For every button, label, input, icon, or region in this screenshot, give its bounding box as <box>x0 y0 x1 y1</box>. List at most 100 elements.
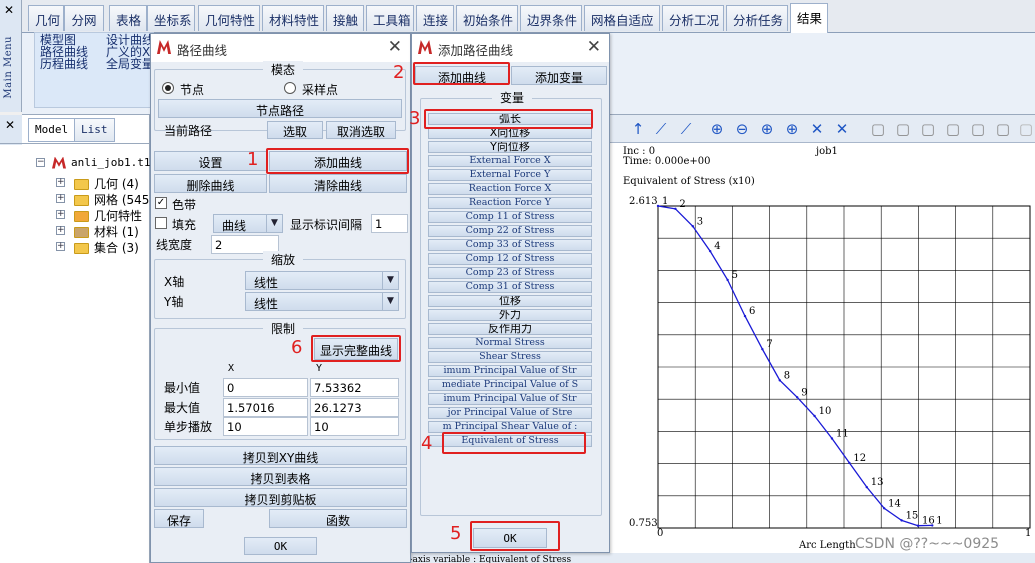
variable-item[interactable]: Equivalent of Stress <box>428 435 592 447</box>
tab-material-properties[interactable]: 材料特性 <box>262 5 324 31</box>
cube-front-icon[interactable]: ▢ <box>893 118 913 140</box>
mode-node-radio[interactable] <box>162 82 174 94</box>
close-icon[interactable]: ✕ <box>587 37 601 57</box>
add-curve-ok-button[interactable]: OK <box>473 528 547 548</box>
tree-item-sets[interactable]: 集合 (3) <box>74 239 139 255</box>
rotate-x-icon[interactable]: ⊖ <box>732 118 752 140</box>
tab-table[interactable]: 表格 <box>109 5 147 31</box>
x-axis-scale-select[interactable]: 线性 ▼ <box>245 271 399 290</box>
variable-item[interactable]: Reaction Force Y <box>428 197 592 209</box>
cube-view-icon[interactable]: ▢ <box>868 118 888 140</box>
tree-expand-icon[interactable]: + <box>56 210 65 219</box>
path-curve-titlebar[interactable]: 路径曲线 ✕ <box>151 34 410 62</box>
ribbon-history-curve[interactable]: 历程曲线 <box>40 58 88 71</box>
select-button[interactable]: 选取 <box>267 121 323 139</box>
add-path-curve-titlebar[interactable]: 添加路径曲线 ✕ <box>412 34 609 62</box>
variable-item[interactable]: Comp 31 of Stress <box>428 281 592 293</box>
left-panel-close-icon[interactable]: ✕ <box>0 115 22 145</box>
variable-item[interactable]: imum Principal Value of Str <box>428 365 592 377</box>
variable-item[interactable]: 弧长 <box>428 113 592 125</box>
copy-to-xy-button[interactable]: 拷贝到XY曲线 <box>154 446 407 465</box>
step-y-input[interactable]: 10 <box>310 417 399 436</box>
tab-geometric-properties[interactable]: 几何特性 <box>198 5 260 31</box>
step-x-input[interactable]: 10 <box>223 417 308 436</box>
tab-toolbox[interactable]: 工具箱 <box>366 5 414 31</box>
add-curve-button[interactable]: 添加曲线 <box>269 151 407 171</box>
marker-interval-input[interactable]: 1 <box>371 214 408 233</box>
plot-area[interactable]: Inc : 0 Time: 0.000e+00 job1 Equivalent … <box>610 143 1035 553</box>
tab-boundary-conditions[interactable]: 边界条件 <box>520 5 582 31</box>
node-path-button[interactable]: 节点路径 <box>158 99 402 118</box>
variable-item[interactable]: Comp 12 of Stress <box>428 253 592 265</box>
rotate-z-icon[interactable]: ⊕ <box>782 118 802 140</box>
max-y-input[interactable]: 26.1273 <box>310 398 399 417</box>
variable-item[interactable]: Y向位移 <box>428 141 592 153</box>
tree-expand-icon[interactable]: + <box>56 226 65 235</box>
rotate-icon[interactable]: ⊕ <box>707 118 727 140</box>
main-menu-close-icon[interactable]: ✕ <box>4 3 14 17</box>
variable-item[interactable]: Reaction Force X <box>428 183 592 195</box>
min-x-input[interactable]: 0 <box>223 378 308 397</box>
variable-item[interactable]: imum Principal Value of Str <box>428 393 592 405</box>
max-x-input[interactable]: 1.57016 <box>223 398 308 417</box>
tree-root[interactable]: anli_job1.t16 <box>52 155 157 171</box>
cube-iso2-icon[interactable]: ▢ <box>993 118 1013 140</box>
variable-item[interactable]: mediate Principal Value of S <box>428 379 592 391</box>
tab-loadcases[interactable]: 分析工况 <box>662 5 724 31</box>
variable-item[interactable]: External Force X <box>428 155 592 167</box>
variable-item[interactable]: 反作用力 <box>428 323 592 335</box>
mode-sample-radio[interactable] <box>284 82 296 94</box>
variable-item[interactable]: X向位移 <box>428 127 592 139</box>
colorband-checkbox[interactable]: ✓ <box>155 197 167 209</box>
tab-coordinate-system[interactable]: 坐标系 <box>147 5 195 31</box>
min-y-input[interactable]: 7.53362 <box>310 378 399 397</box>
y-axis-scale-select[interactable]: 线性 ▼ <box>245 292 399 311</box>
variable-item[interactable]: Comp 23 of Stress <box>428 267 592 279</box>
tab-contact[interactable]: 接触 <box>326 5 364 31</box>
variable-item[interactable]: Comp 11 of Stress <box>428 211 592 223</box>
tree-item-mesh[interactable]: 网格 (545 <box>74 191 149 207</box>
function-button[interactable]: 函数 <box>269 509 407 528</box>
variable-item[interactable]: Shear Stress <box>428 351 592 363</box>
variable-item[interactable]: 位移 <box>428 295 592 307</box>
tree-item-geometry[interactable]: 几何 (4) <box>74 175 139 191</box>
tree-expand-root[interactable]: − <box>36 158 45 167</box>
variable-item[interactable]: Comp 33 of Stress <box>428 239 592 251</box>
tab-geometry[interactable]: 几何 <box>28 5 64 31</box>
zoom-icon[interactable]: ✕ <box>832 118 852 140</box>
main-menu-strip[interactable]: ✕ Main Menu <box>0 0 22 112</box>
tab-adaptive-mesh[interactable]: 网格自适应 <box>584 5 660 31</box>
tab-initial-conditions[interactable]: 初始条件 <box>456 5 518 31</box>
ribbon-global-variables[interactable]: 全局变量 <box>106 58 154 71</box>
variable-item[interactable]: 外力 <box>428 309 592 321</box>
show-full-curve-button[interactable]: 显示完整曲线 <box>314 338 398 360</box>
cube-side-icon[interactable]: ▢ <box>918 118 938 140</box>
variable-item[interactable]: Normal Stress <box>428 337 592 349</box>
variable-item[interactable]: External Force Y <box>428 169 592 181</box>
tab-links[interactable]: 连接 <box>416 5 454 31</box>
tab-list[interactable]: List <box>74 118 115 142</box>
copy-to-table-button[interactable]: 拷贝到表格 <box>154 467 407 486</box>
tree-expand-icon[interactable]: + <box>56 242 65 251</box>
variable-item[interactable]: Comp 22 of Stress <box>428 225 592 237</box>
tree-expand-icon[interactable]: + <box>56 178 65 187</box>
deselect-button[interactable]: 取消选取 <box>326 121 396 139</box>
add-curve-tab[interactable]: 添加曲线 <box>415 66 509 85</box>
tab-results[interactable]: 结果 <box>790 3 828 33</box>
variable-item[interactable]: m Principal Shear Value of : <box>428 421 592 433</box>
line-icon[interactable]: ⟋ <box>651 118 671 140</box>
close-icon[interactable]: ✕ <box>388 37 402 57</box>
add-variable-tab[interactable]: 添加变量 <box>511 66 607 85</box>
variable-item[interactable]: jor Principal Value of Stre <box>428 407 592 419</box>
clear-curve-button[interactable]: 清除曲线 <box>269 174 407 193</box>
ok-button[interactable]: OK <box>244 537 317 555</box>
tab-mesh[interactable]: 分网 <box>64 5 104 31</box>
tab-model[interactable]: Model <box>28 118 76 142</box>
line-arrow-icon[interactable]: ⟋ <box>676 118 696 140</box>
cube-top-icon[interactable]: ▢ <box>943 118 963 140</box>
copy-to-clipboard-button[interactable]: 拷贝到剪贴板 <box>154 488 407 507</box>
save-button[interactable]: 保存 <box>154 509 204 528</box>
delete-curve-button[interactable]: 删除曲线 <box>154 174 267 193</box>
fill-checkbox[interactable] <box>155 217 167 229</box>
tree-item-geometric-properties[interactable]: 几何特性 <box>74 207 142 223</box>
